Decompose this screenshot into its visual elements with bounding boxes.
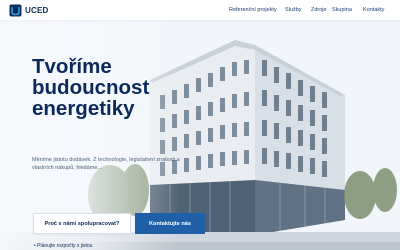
nav-item-sluzby[interactable]: Služby xyxy=(285,7,302,13)
top-navigation-bar: UCED Referenční projekty Služby Zdroje S… xyxy=(0,0,400,20)
hero-description: Měníme jistotu dodávek. Z technologie, l… xyxy=(32,157,180,171)
headline-line-2: budoucnost xyxy=(32,76,150,99)
nav-item-referencni-projekty[interactable]: Referenční projekty xyxy=(229,7,277,13)
main-nav: Referenční projekty Služby Zdroje Skupin… xyxy=(0,7,400,15)
hero-bullet-note: • Plánujte rozpočty s jistou xyxy=(34,243,93,249)
hero-headline: Tvoříme budoucnost energetiky xyxy=(32,56,202,119)
contact-us-button[interactable]: Kontaktujte nás xyxy=(135,213,205,234)
headline-line-1: Tvoříme xyxy=(32,55,112,78)
why-cooperate-button[interactable]: Proč s námi spolupracovat? xyxy=(33,213,131,234)
headline-line-3: energetiky xyxy=(32,97,135,120)
nav-item-skupina[interactable]: Skupina xyxy=(332,7,352,13)
nav-item-kontakty[interactable]: Kontakty xyxy=(363,7,384,13)
nav-item-zdroje[interactable]: Zdroje xyxy=(311,7,327,13)
